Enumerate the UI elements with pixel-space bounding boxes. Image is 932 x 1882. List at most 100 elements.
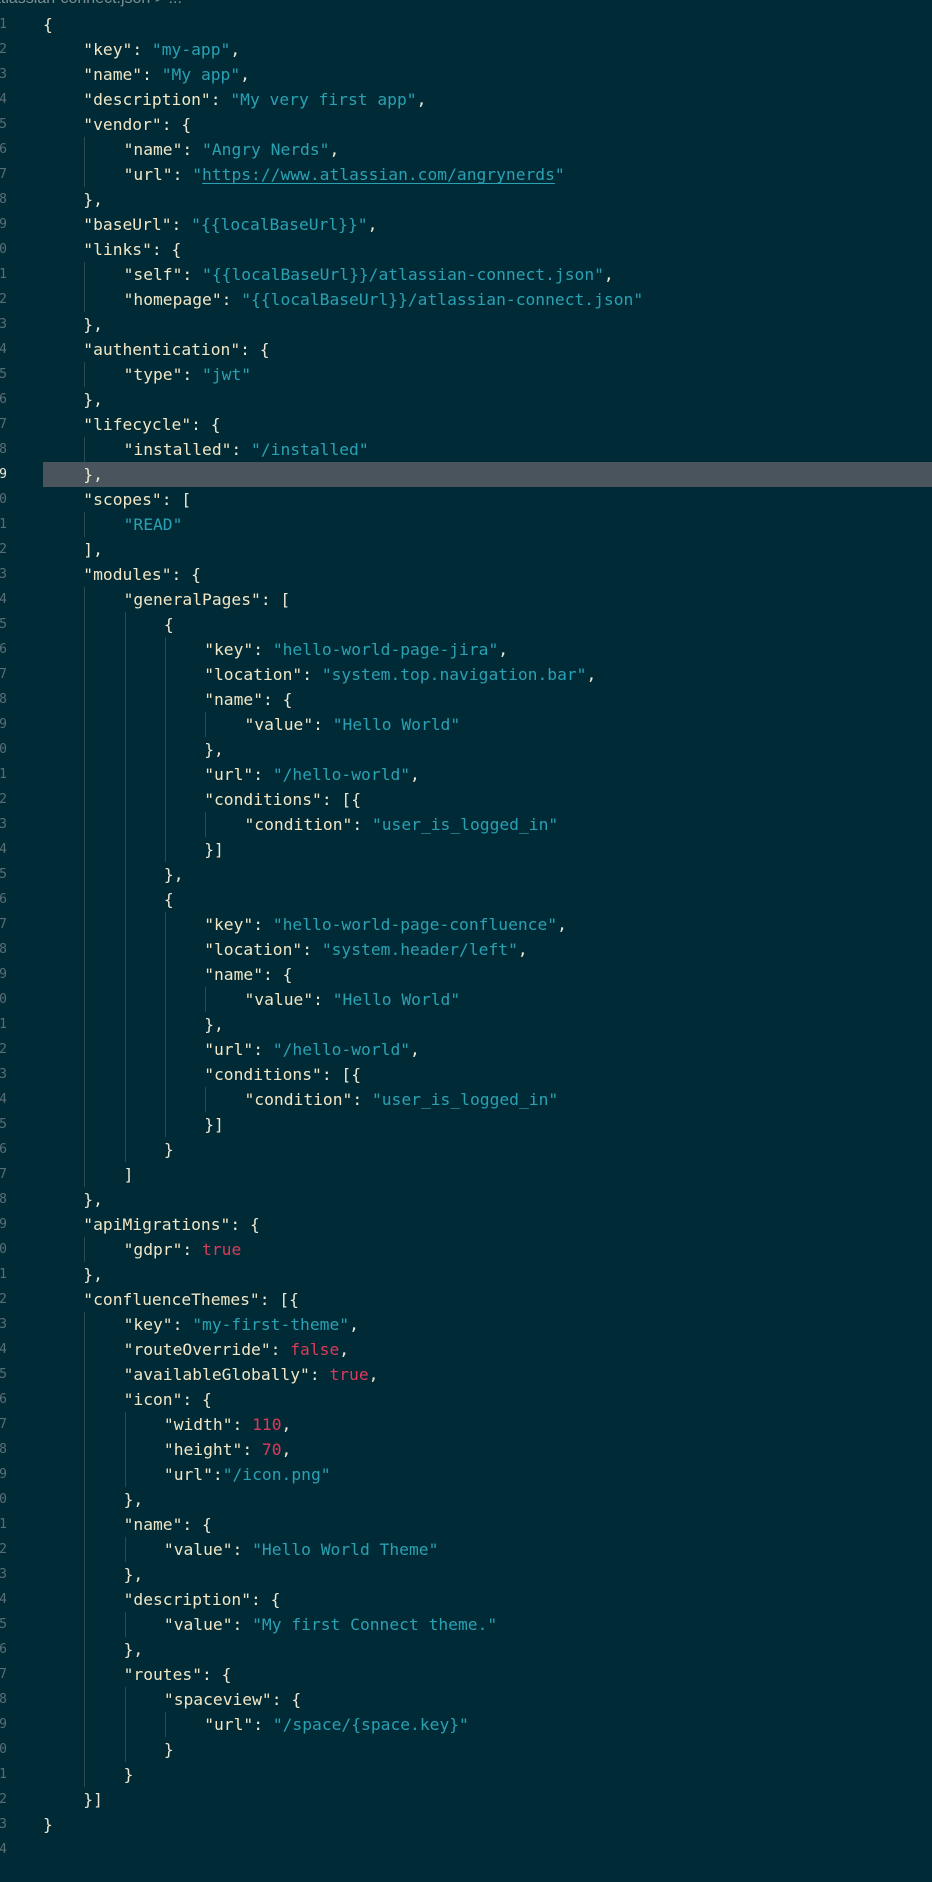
code-text: }, — [83, 462, 103, 487]
code-line[interactable]: 7 "lifecycle": { — [0, 412, 932, 437]
code-line[interactable]: 9 "url": "/space/{space.key}" — [0, 1712, 932, 1737]
code-line[interactable]: 8 "installed": "/installed" — [0, 437, 932, 462]
code-line[interactable]: 4 — [0, 1837, 932, 1862]
code-line[interactable]: 9 "name": { — [0, 962, 932, 987]
code-line[interactable]: 8 "height": 70, — [0, 1437, 932, 1462]
code-line[interactable]: 2], — [0, 537, 932, 562]
code-line[interactable]: 2 "conditions": [{ — [0, 787, 932, 812]
line-number: 6 — [0, 642, 7, 657]
code-line[interactable]: 1 "name": { — [0, 1512, 932, 1537]
code-line[interactable]: 1}, — [0, 1012, 932, 1037]
code-line[interactable]: 3 "name": "My app", — [0, 62, 932, 87]
code-line[interactable]: 9 "baseUrl": "{{localBaseUrl}}", — [0, 212, 932, 237]
code-line[interactable]: 3} — [0, 1812, 932, 1837]
code-line[interactable]: 1 "READ" — [0, 512, 932, 537]
code-line[interactable]: 2 "homepage": "{{localBaseUrl}}/atlassian… — [0, 287, 932, 312]
code-line[interactable]: 3 "key": "my-first-theme", — [0, 1312, 932, 1337]
line-number: 8 — [0, 192, 7, 207]
code-token: "value" — [244, 715, 314, 734]
code-line[interactable]: 4 "routeOverride": false, — [0, 1337, 932, 1362]
code-line[interactable]: 9 "value": "Hello World" — [0, 712, 932, 737]
code-line[interactable]: 6 "icon": { — [0, 1387, 932, 1412]
line-number: 8 — [0, 692, 7, 707]
code-line[interactable]: 3 "condition": "user_is_logged_in" — [0, 812, 932, 837]
code-line[interactable]: 4 "generalPages": [ — [0, 587, 932, 612]
code-text: "key": "my-first-theme", — [124, 1312, 359, 1337]
code-line[interactable]: 5 "type": "jwt" — [0, 362, 932, 387]
code-line[interactable]: 8 "spaceview": { — [0, 1687, 932, 1712]
code-line[interactable]: 1}, — [0, 1262, 932, 1287]
code-line[interactable]: 4}] — [0, 837, 932, 862]
code-line[interactable]: 0 "links": { — [0, 237, 932, 262]
code-line[interactable]: 7 "location": "system.top.navigation.bar"… — [0, 662, 932, 687]
code-line[interactable]: 0 "scopes": [ — [0, 487, 932, 512]
code-line[interactable]: 1 "self": "{{localBaseUrl}}/atlassian-con… — [0, 262, 932, 287]
code-line[interactable]: 1} — [0, 1762, 932, 1787]
code-line[interactable]: 2 "value": "Hello World Theme" — [0, 1537, 932, 1562]
code-text: "url": "https://www.atlassian.com/angryn… — [124, 162, 565, 187]
code-area[interactable]: 1{2 "key": "my-app", 3 "name": "My app", 4 "d… — [0, 12, 932, 1862]
line-number: 2 — [0, 542, 7, 557]
code-token: , — [517, 940, 528, 959]
indent-guide — [84, 1662, 86, 1687]
code-line[interactable]: 4 "authentication": { — [0, 337, 932, 362]
code-line[interactable]: 9}, — [0, 462, 932, 487]
code-token: false — [290, 1340, 340, 1359]
code-line[interactable]: 0}, — [0, 737, 932, 762]
code-line[interactable]: 5}] — [0, 1112, 932, 1137]
code-token: : — [253, 765, 273, 784]
code-line[interactable]: 4 "description": { — [0, 1587, 932, 1612]
code-line[interactable]: 0}, — [0, 1487, 932, 1512]
code-line[interactable]: 2 "url": "/hello-world", — [0, 1037, 932, 1062]
code-token: "self" — [123, 265, 183, 284]
code-line[interactable]: 4 "description": "My very first app", — [0, 87, 932, 112]
code-line[interactable]: 2 "confluenceThemes": [{ — [0, 1287, 932, 1312]
code-line[interactable]: 5{ — [0, 612, 932, 637]
code-line[interactable]: 7 "width": 110, — [0, 1412, 932, 1437]
code-line[interactable]: 8}, — [0, 187, 932, 212]
indent-guide — [84, 1312, 86, 1337]
code-line[interactable]: 5}, — [0, 862, 932, 887]
code-line[interactable]: 8 "name": { — [0, 687, 932, 712]
code-line[interactable]: 7] — [0, 1162, 932, 1187]
code-line[interactable]: 4 "condition": "user_is_logged_in" — [0, 1087, 932, 1112]
code-line[interactable]: 5 "vendor": { — [0, 112, 932, 137]
code-line[interactable]: 6}, — [0, 387, 932, 412]
code-line[interactable]: 9 "url":"/icon.png" — [0, 1462, 932, 1487]
line-number: 0 — [0, 992, 7, 1007]
code-line[interactable]: 6}, — [0, 1637, 932, 1662]
code-line[interactable]: 7 "routes": { — [0, 1662, 932, 1687]
code-editor[interactable]: atlassian-connect.json > ... 1{2"key": "… — [0, 0, 932, 1882]
code-token: "generalPages" — [123, 590, 261, 609]
indent-guide — [124, 1537, 126, 1562]
code-line[interactable]: 7 "url": "https://www.atlassian.com/angry… — [0, 162, 932, 187]
code-line[interactable]: 2 "key": "my-app", — [0, 37, 932, 62]
code-token: }, — [123, 1565, 144, 1584]
code-line[interactable]: 8}, — [0, 1187, 932, 1212]
code-text: }, — [204, 1012, 224, 1037]
code-token: "name" — [123, 1515, 183, 1534]
code-line[interactable]: 3 "modules": { — [0, 562, 932, 587]
code-link[interactable]: https://www.atlassian.com/angrynerds — [202, 165, 555, 184]
code-line[interactable]: 3 "conditions": [{ — [0, 1062, 932, 1087]
code-line[interactable]: 2}] — [0, 1787, 932, 1812]
code-line[interactable]: 5 "value": "My first Connect theme." — [0, 1612, 932, 1637]
code-line[interactable]: 0} — [0, 1737, 932, 1762]
code-line[interactable]: 0 "gdpr": true — [0, 1237, 932, 1262]
code-line[interactable]: 6{ — [0, 887, 932, 912]
code-line[interactable]: 6 "name": "Angry Nerds", — [0, 137, 932, 162]
code-line[interactable]: 9 "apiMigrations": { — [0, 1212, 932, 1237]
code-line[interactable]: 8 "location": "system.header/left", — [0, 937, 932, 962]
code-line[interactable]: 5 "availableGlobally": true, — [0, 1362, 932, 1387]
indent-guide — [205, 812, 207, 837]
code-line[interactable]: 1 "url": "/hello-world", — [0, 762, 932, 787]
code-line[interactable]: 0 "value": "Hello World" — [0, 987, 932, 1012]
code-line[interactable]: 7 "key": "hello-world-page-confluence", — [0, 912, 932, 937]
code-line[interactable]: 3}, — [0, 1562, 932, 1587]
code-line[interactable]: 6 "key": "hello-world-page-jira", — [0, 637, 932, 662]
code-token: }] — [83, 1790, 103, 1809]
code-line[interactable]: 1{ — [0, 12, 932, 37]
code-line[interactable]: 3}, — [0, 312, 932, 337]
code-line[interactable]: 6} — [0, 1137, 932, 1162]
breadcrumb[interactable]: atlassian-connect.json > ... — [0, 0, 182, 8]
